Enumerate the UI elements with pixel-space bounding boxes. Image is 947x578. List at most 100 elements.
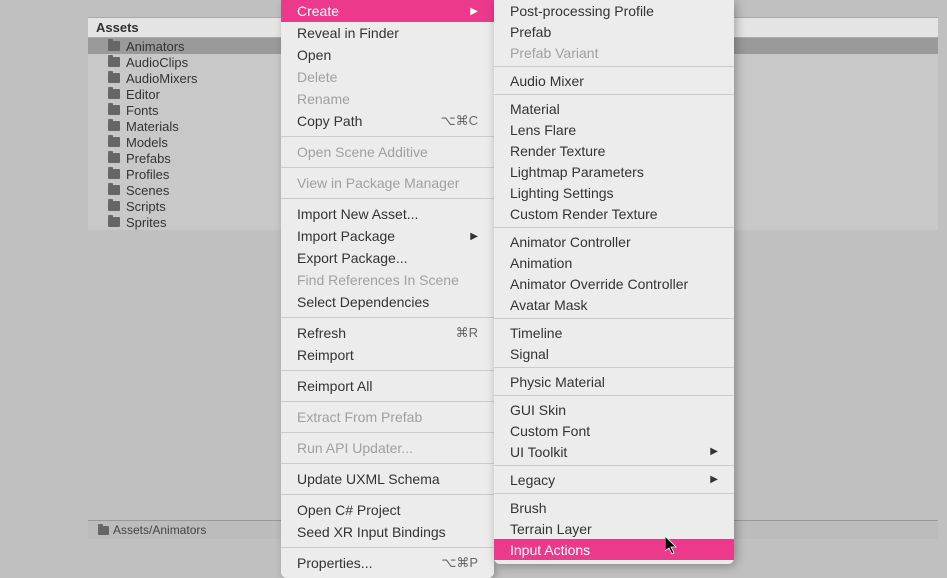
menu-item-label: Open	[297, 47, 331, 63]
assets-item-label: Prefabs	[126, 151, 171, 166]
submenu-arrow-icon: ▶	[710, 446, 718, 457]
menu-divider	[494, 493, 734, 494]
menu-item-label: Custom Render Texture	[510, 206, 658, 222]
menu-item-label: Physic Material	[510, 374, 605, 390]
menu-item[interactable]: Import New Asset...	[281, 203, 494, 225]
menu-divider	[281, 463, 494, 464]
folder-icon	[108, 57, 120, 67]
menu-item[interactable]: Open	[281, 44, 494, 66]
folder-icon	[108, 41, 120, 51]
menu-item[interactable]: Prefab	[494, 21, 734, 42]
folder-icon	[108, 201, 120, 211]
menu-shortcut: ⌥⌘P	[441, 555, 478, 571]
menu-item-label: Prefab Variant	[510, 45, 598, 61]
menu-item[interactable]: Update UXML Schema	[281, 468, 494, 490]
menu-item-label: Lens Flare	[510, 122, 576, 138]
menu-item[interactable]: Terrain Layer	[494, 518, 734, 539]
breadcrumb-text: Assets/Animators	[113, 523, 206, 537]
menu-item[interactable]: Lightmap Parameters	[494, 161, 734, 182]
menu-item-label: Create	[297, 3, 339, 19]
menu-divider	[281, 136, 494, 137]
menu-item[interactable]: Copy Path ⌥⌘C	[281, 110, 494, 132]
menu-item[interactable]: Lens Flare	[494, 119, 734, 140]
menu-divider	[281, 198, 494, 199]
menu-divider	[494, 66, 734, 67]
menu-item: Delete	[281, 66, 494, 88]
menu-item[interactable]: Legacy ▶	[494, 469, 734, 490]
menu-item-label: Export Package...	[297, 250, 408, 266]
menu-item[interactable]: Audio Mixer	[494, 70, 734, 91]
menu-shortcut: ⌥⌘C	[441, 113, 478, 129]
menu-item-label: Material	[510, 101, 560, 117]
menu-item-label: Select Dependencies	[297, 294, 429, 310]
menu-item[interactable]: Input Actions	[494, 539, 734, 560]
menu-item: Find References In Scene	[281, 269, 494, 291]
menu-item-label: View in Package Manager	[297, 175, 459, 191]
assets-item-label: Animators	[126, 39, 185, 54]
menu-item-label: Post-processing Profile	[510, 3, 654, 19]
menu-item[interactable]: Open C# Project	[281, 499, 494, 521]
menu-item[interactable]: Animator Controller	[494, 231, 734, 252]
assets-item-label: Scenes	[126, 183, 169, 198]
menu-item[interactable]: GUI Skin	[494, 399, 734, 420]
folder-icon	[108, 121, 120, 131]
menu-item-label: Import New Asset...	[297, 206, 418, 222]
menu-item-label: Legacy	[510, 472, 555, 488]
menu-item[interactable]: Avatar Mask	[494, 294, 734, 315]
menu-item-label: Reimport	[297, 347, 354, 363]
menu-item[interactable]: Custom Render Texture	[494, 203, 734, 224]
menu-divider	[494, 94, 734, 95]
menu-item[interactable]: Animation	[494, 252, 734, 273]
menu-item[interactable]: Brush	[494, 497, 734, 518]
menu-item[interactable]: Reimport All	[281, 375, 494, 397]
menu-shortcut: ⌘R	[456, 325, 478, 341]
menu-item: Run API Updater...	[281, 437, 494, 459]
folder-icon	[108, 169, 120, 179]
folder-icon	[108, 89, 120, 99]
menu-item[interactable]: Reveal in Finder	[281, 22, 494, 44]
menu-item[interactable]: Seed XR Input Bindings	[281, 521, 494, 543]
menu-item-label: Copy Path	[297, 113, 362, 129]
folder-icon	[108, 153, 120, 163]
folder-icon	[108, 73, 120, 83]
menu-item[interactable]: Material	[494, 98, 734, 119]
menu-item-label: Animator Controller	[510, 234, 631, 250]
menu-item-label: Audio Mixer	[510, 73, 584, 89]
menu-item[interactable]: Post-processing Profile	[494, 0, 734, 21]
menu-divider	[494, 367, 734, 368]
menu-item[interactable]: Signal	[494, 343, 734, 364]
menu-item[interactable]: Reimport	[281, 344, 494, 366]
menu-item[interactable]: Custom Font	[494, 420, 734, 441]
menu-item[interactable]: Physic Material	[494, 371, 734, 392]
menu-item[interactable]: Select Dependencies	[281, 291, 494, 313]
menu-item-label: Run API Updater...	[297, 440, 413, 456]
menu-item[interactable]: Properties... ⌥⌘P	[281, 552, 494, 574]
menu-item[interactable]: Render Texture	[494, 140, 734, 161]
menu-item[interactable]: Timeline	[494, 322, 734, 343]
menu-item-label: Reveal in Finder	[297, 25, 399, 41]
menu-item[interactable]: Animator Override Controller	[494, 273, 734, 294]
menu-item[interactable]: Refresh⌘R	[281, 322, 494, 344]
menu-item-label: Custom Font	[510, 423, 590, 439]
menu-item-label: Lightmap Parameters	[510, 164, 644, 180]
assets-item-label: Scripts	[126, 199, 166, 214]
assets-item-label: Profiles	[126, 167, 169, 182]
submenu-arrow-icon: ▶	[710, 474, 718, 485]
menu-item[interactable]: Create▶	[281, 0, 494, 22]
folder-icon	[108, 217, 120, 227]
menu-item[interactable]: Import Package▶	[281, 225, 494, 247]
create-submenu: Post-processing Profile Prefab Prefab Vari…	[494, 0, 734, 564]
menu-item: View in Package Manager	[281, 172, 494, 194]
menu-divider	[281, 547, 494, 548]
menu-item-label: Extract From Prefab	[297, 409, 422, 425]
menu-item-label: Input Actions	[510, 542, 590, 558]
menu-item[interactable]: Lighting Settings	[494, 182, 734, 203]
assets-item-label: AudioMixers	[126, 71, 198, 86]
menu-item[interactable]: UI Toolkit▶	[494, 441, 734, 462]
assets-item-label: Editor	[126, 87, 160, 102]
menu-item-label: Properties...	[297, 555, 372, 571]
menu-divider	[494, 318, 734, 319]
folder-icon	[98, 526, 109, 535]
menu-item[interactable]: Export Package...	[281, 247, 494, 269]
menu-item-label: Seed XR Input Bindings	[297, 524, 446, 540]
